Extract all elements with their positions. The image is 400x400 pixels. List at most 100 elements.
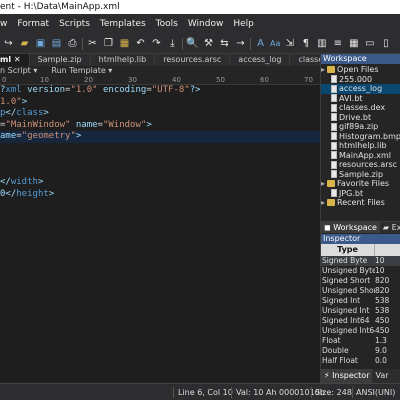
inspector-row[interactable]: Unsigned Int 538: [321, 306, 400, 316]
inspector-row[interactable]: Half Float 0.0: [321, 356, 400, 366]
save-icon[interactable]: ▣: [34, 37, 47, 50]
encoding-icon[interactable]: ⇲: [283, 37, 296, 50]
code-line[interactable]: ="MainWindow" name="Window">: [0, 120, 320, 132]
tab-sample-zip[interactable]: Sample.zip: [30, 54, 91, 66]
open-file-item[interactable]: Sample.zip: [321, 170, 400, 180]
inspector-value[interactable]: 10: [375, 266, 400, 276]
menu-scripts[interactable]: Scripts: [59, 19, 90, 29]
font-icon[interactable]: A: [254, 37, 267, 50]
ruler-mark: 70: [304, 76, 313, 84]
inspector-row[interactable]: Double 9.0: [321, 346, 400, 356]
panel-icon[interactable]: ▯: [379, 37, 392, 50]
inspector-value[interactable]: 820: [375, 276, 400, 286]
print-icon[interactable]: ⎙: [66, 37, 79, 50]
expand-icon[interactable]: ▸: [321, 198, 325, 208]
tile-icon[interactable]: ▦: [347, 37, 360, 50]
list-icon[interactable]: ≡: [331, 37, 344, 50]
tab-resources[interactable]: resources.arsc: [155, 54, 231, 66]
inspector-row[interactable]: Unsigned Int64 450: [321, 326, 400, 336]
inspector-value[interactable]: 0.0: [375, 356, 400, 366]
open-file-item[interactable]: classes.dex: [321, 103, 400, 113]
favorite-file-item[interactable]: JPG.bt: [321, 189, 400, 199]
tab-access-log[interactable]: access_log: [230, 54, 291, 66]
open-file-item[interactable]: gif89a.zip: [321, 122, 400, 132]
menu-tools[interactable]: Tools: [156, 19, 178, 29]
tab-workspace[interactable]: ◼ Workspace: [321, 222, 380, 233]
inspector-value[interactable]: 1.3: [375, 336, 400, 346]
inspector-title: Inspector: [321, 234, 400, 244]
inspector-value[interactable]: 538: [375, 306, 400, 316]
file-icon: [331, 103, 337, 112]
tab-explorer[interactable]: ▰ Ex: [380, 222, 400, 233]
run-template-button[interactable]: Run Template ▾: [51, 66, 112, 76]
code-line[interactable]: 1.0">: [0, 97, 320, 109]
inspector-value[interactable]: 10: [375, 256, 400, 266]
window-title: ent - H:\Data\MainApp.xml: [0, 2, 120, 12]
open-file-item[interactable]: access_log: [321, 84, 400, 94]
file-icon: [331, 160, 337, 169]
inspector-row[interactable]: Unsigned Short 820: [321, 286, 400, 296]
expand-icon[interactable]: ▸: [321, 179, 325, 189]
goto-icon[interactable]: →: [234, 37, 247, 50]
insert-icon[interactable]: ⤓: [166, 37, 179, 50]
open-file-item[interactable]: AVI.bt: [321, 94, 400, 104]
menu-format[interactable]: Format: [17, 19, 49, 29]
menu-help[interactable]: Help: [233, 19, 254, 29]
save-all-icon[interactable]: ▤: [50, 37, 63, 50]
tab-mainapp[interactable]: ml ✕: [0, 54, 30, 66]
inspector-value[interactable]: 538: [375, 296, 400, 306]
inspector-value[interactable]: 9.0: [375, 346, 400, 356]
tab-inspector[interactable]: ⚡ Inspector: [321, 369, 373, 383]
code-line[interactable]: [0, 154, 320, 166]
code-line[interactable]: [0, 166, 320, 178]
inspector-row[interactable]: Signed Int64 450: [321, 316, 400, 326]
find-icon[interactable]: 🔍: [186, 37, 199, 50]
code-line[interactable]: ame="geometry">: [0, 131, 320, 143]
code-line[interactable]: ?xml version="1.0" encoding="UTF-8"?>: [0, 85, 320, 97]
expand-icon[interactable]: ▸: [321, 65, 325, 75]
inspector-value[interactable]: 450: [375, 316, 400, 326]
copy-icon[interactable]: ❐: [102, 37, 115, 50]
open-file-item[interactable]: Drive.bt: [321, 113, 400, 123]
inspector-row[interactable]: Signed Int 538: [321, 296, 400, 306]
window-icon[interactable]: ▭: [363, 37, 376, 50]
inspector-value[interactable]: 820: [375, 286, 400, 296]
menu-templates[interactable]: Templates: [100, 19, 146, 29]
tab-variables[interactable]: Var: [372, 369, 391, 383]
inspector-type-header[interactable]: Type: [321, 244, 375, 256]
inspector-row[interactable]: Signed Byte 10: [321, 256, 400, 266]
inspector-row[interactable]: Unsigned Byte 10: [321, 266, 400, 276]
paragraph-icon[interactable]: ¶: [299, 37, 312, 50]
open-file-item[interactable]: 255.000: [321, 75, 400, 85]
tab-htmlhelp[interactable]: htmlhelp.lib: [91, 54, 156, 66]
run-script-button[interactable]: n Script ▾: [0, 66, 37, 76]
redo-icon[interactable]: ↪: [2, 37, 15, 50]
find-files-icon[interactable]: ⇆: [218, 37, 231, 50]
replace-icon[interactable]: ⚒: [202, 37, 215, 50]
code-line[interactable]: 0</height>: [0, 189, 320, 201]
menu-window-partial[interactable]: w: [0, 19, 7, 29]
menu-window[interactable]: Window: [188, 19, 224, 29]
favorite-files-node[interactable]: ▸ Favorite Files: [321, 179, 400, 189]
undo-icon[interactable]: ↶: [134, 37, 147, 50]
code-line[interactable]: p</class>: [0, 108, 320, 120]
open-files-node[interactable]: ▸ Open Files: [321, 65, 400, 75]
inspector-value[interactable]: 450: [375, 326, 400, 336]
open-file-item[interactable]: MainApp.xml: [321, 151, 400, 161]
redo-arrow-icon[interactable]: ↷: [150, 37, 163, 50]
paste-icon[interactable]: ▦: [118, 37, 131, 50]
code-line[interactable]: </width>: [0, 177, 320, 189]
recent-files-node[interactable]: ▸ Recent Files: [321, 198, 400, 208]
inspector-value-header[interactable]: [375, 244, 400, 256]
columns-icon[interactable]: ▥: [315, 37, 328, 50]
open-file-item[interactable]: resources.arsc: [321, 160, 400, 170]
hex-mode-icon[interactable]: Aa: [270, 37, 280, 50]
inspector-row[interactable]: Signed Short 820: [321, 276, 400, 286]
code-line[interactable]: [0, 143, 320, 155]
code-editor[interactable]: ?xml version="1.0" encoding="UTF-8"?> 1.0…: [0, 85, 320, 383]
open-file-item[interactable]: Histogram.bmp: [321, 132, 400, 142]
cut-icon[interactable]: ✂: [86, 37, 99, 50]
open-file-item[interactable]: htmlhelp.lib: [321, 141, 400, 151]
open-folder-icon[interactable]: ▰: [18, 37, 31, 50]
inspector-row[interactable]: Float 1.3: [321, 336, 400, 346]
